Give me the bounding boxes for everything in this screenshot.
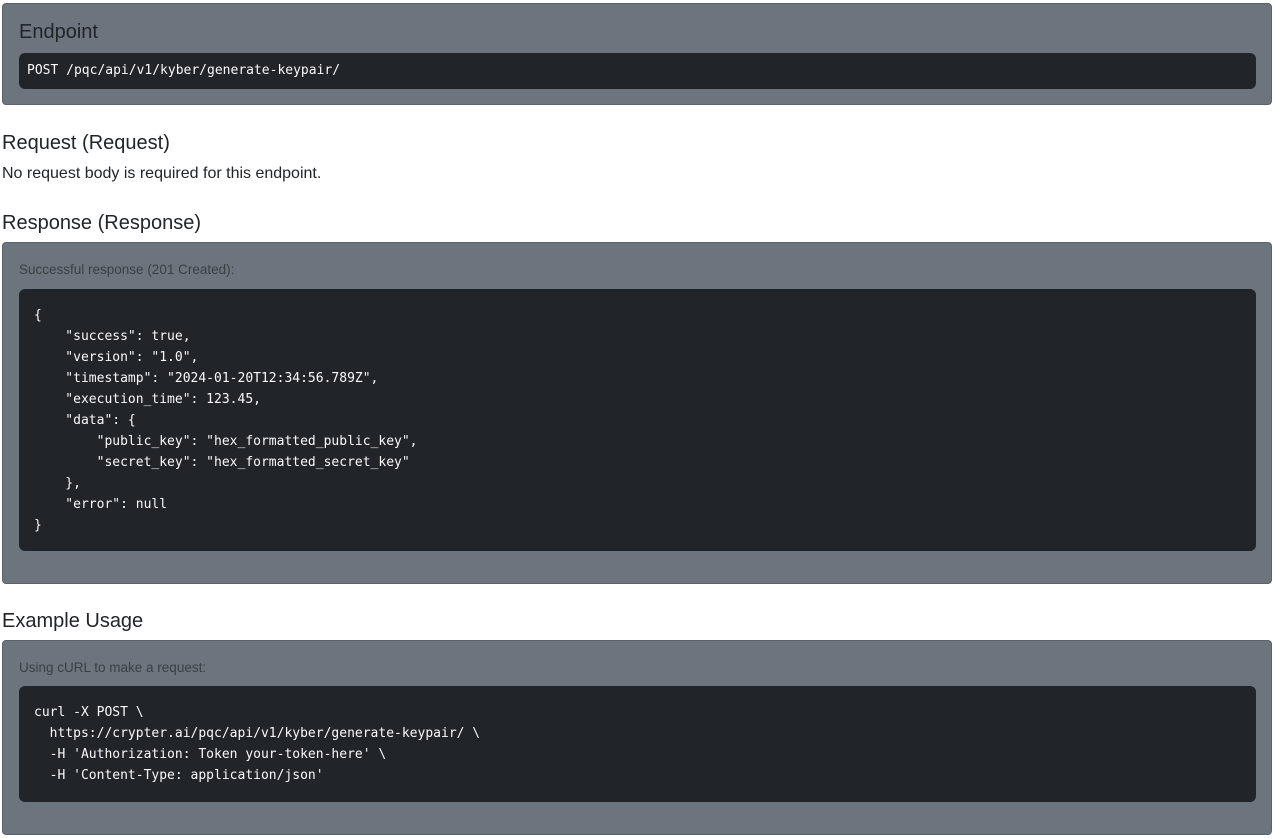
endpoint-code-block[interactable]: POST /pqc/api/v1/kyber/generate-keypair/ (19, 53, 1256, 89)
example-caption: Using cURL to make a request: (19, 660, 207, 675)
example-code-block[interactable]: curl -X POST \ https://crypter.ai/pqc/ap… (19, 686, 1256, 802)
response-code-block[interactable]: { "success": true, "version": "1.0", "ti… (19, 289, 1256, 551)
example-heading: Example Usage (2, 610, 144, 632)
response-heading: Response (Response) (2, 212, 201, 234)
api-docs-page: Endpoint POST /pqc/api/v1/kyber/generate… (0, 0, 1276, 838)
request-description: No request body is required for this end… (2, 165, 322, 182)
example-card: Using cURL to make a request: curl -X PO… (2, 640, 1272, 835)
endpoint-title: Endpoint (19, 21, 98, 43)
request-heading: Request (Request) (2, 132, 170, 154)
response-card: Successful response (201 Created): { "su… (2, 242, 1272, 584)
response-caption: Successful response (201 Created): (19, 262, 235, 277)
endpoint-card: Endpoint POST /pqc/api/v1/kyber/generate… (2, 3, 1272, 105)
